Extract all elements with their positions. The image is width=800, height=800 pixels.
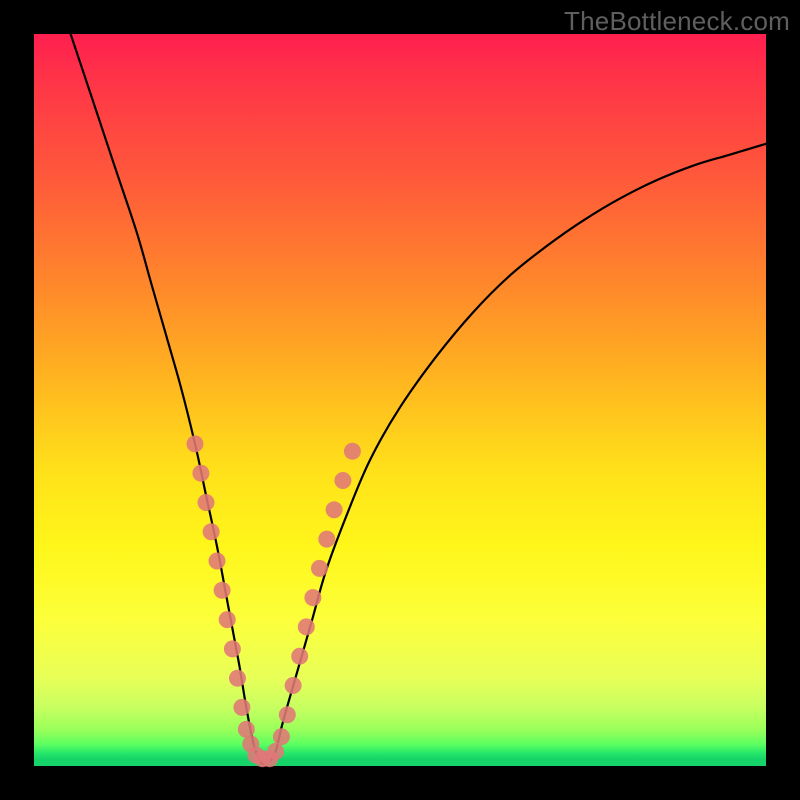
marker-dot xyxy=(229,670,246,687)
marker-dot xyxy=(203,523,220,540)
marker-dot xyxy=(209,553,226,570)
marker-dot xyxy=(233,699,250,716)
marker-dot xyxy=(326,501,343,518)
marker-dot xyxy=(238,721,255,738)
chart-svg xyxy=(34,34,766,766)
bottleneck-curve xyxy=(71,34,766,764)
marker-dot xyxy=(291,648,308,665)
marker-dot xyxy=(334,472,351,489)
marker-dot xyxy=(285,677,302,694)
curve-layer xyxy=(71,34,766,764)
marker-dot xyxy=(318,531,335,548)
marker-dot xyxy=(344,443,361,460)
marker-dot xyxy=(298,618,315,635)
marker-dots xyxy=(187,435,361,767)
marker-dot xyxy=(224,640,241,657)
marker-dot xyxy=(192,465,209,482)
chart-plot-area xyxy=(34,34,766,766)
marker-dot xyxy=(214,582,231,599)
marker-dot xyxy=(304,589,321,606)
marker-dot xyxy=(198,494,215,511)
watermark-text: TheBottleneck.com xyxy=(564,6,790,37)
marker-dot xyxy=(273,728,290,745)
marker-dot xyxy=(279,706,296,723)
marker-dot xyxy=(219,611,236,628)
marker-dot xyxy=(267,743,284,760)
marker-dot xyxy=(187,435,204,452)
marker-dot xyxy=(311,560,328,577)
chart-frame: TheBottleneck.com xyxy=(0,0,800,800)
